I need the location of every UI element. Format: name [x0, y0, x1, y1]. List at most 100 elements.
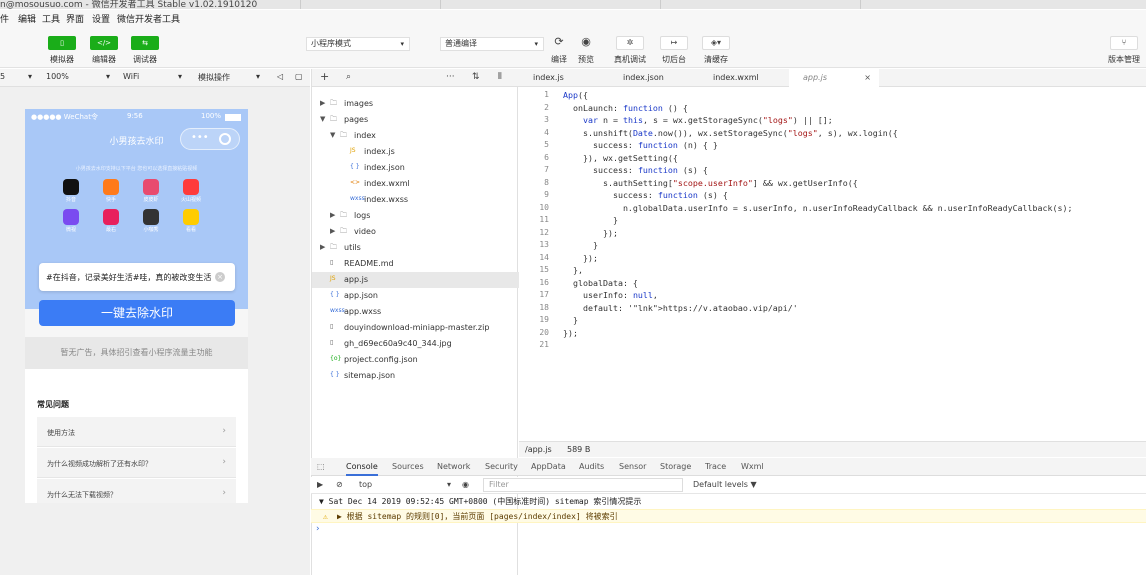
file-item[interactable]: { } index.json: [312, 160, 519, 176]
tab-storage[interactable]: Storage: [660, 462, 691, 471]
context-select[interactable]: top: [359, 480, 372, 489]
compile-button[interactable]: ⟳: [545, 36, 573, 50]
tab-sensor[interactable]: Sensor: [619, 462, 646, 471]
chevron-right-icon[interactable]: ▶: [320, 243, 325, 251]
version-button[interactable]: ⑂: [1110, 36, 1138, 50]
split-icon[interactable]: ⫴: [498, 72, 502, 82]
code-line[interactable]: default: '"lnk">https://v.ataobao.vip/ap…: [563, 302, 1073, 315]
tab-wxml[interactable]: Wxml: [741, 462, 764, 471]
file-item[interactable]: JS index.js: [312, 144, 519, 160]
menu-tools[interactable]: 工具: [42, 12, 60, 25]
close-circle-icon[interactable]: [219, 133, 231, 145]
file-item[interactable]: { } sitemap.json: [312, 368, 519, 384]
chevron-right-icon[interactable]: ▶: [330, 227, 335, 235]
faq-item[interactable]: 使用方法 ›: [37, 417, 236, 447]
compile-select[interactable]: 普通编译 ▾: [440, 37, 544, 51]
remote-debug-button[interactable]: ✲: [616, 36, 644, 50]
code-line[interactable]: });: [563, 227, 1073, 240]
code-line[interactable]: }), wx.getSetting({: [563, 152, 1073, 165]
action-select[interactable]: 模拟操作: [198, 72, 230, 83]
tab-trace[interactable]: Trace: [705, 462, 726, 471]
sort-icon[interactable]: ⇅: [472, 72, 480, 82]
code-line[interactable]: },: [563, 264, 1073, 277]
code-line[interactable]: }: [563, 214, 1073, 227]
link-input[interactable]: #在抖音，记录美好生活#哇，真的被改变生活 ×: [39, 263, 235, 291]
code-line[interactable]: success: function (s) {: [563, 164, 1073, 177]
code-line[interactable]: });: [563, 327, 1073, 340]
code-line[interactable]: }: [563, 314, 1073, 327]
levels-select[interactable]: Default levels ▼: [693, 480, 757, 489]
file-item[interactable]: { } app.json: [312, 288, 519, 304]
tab-index-json[interactable]: index.json: [609, 69, 699, 87]
menu-file[interactable]: 件: [0, 12, 9, 25]
volume-icon[interactable]: ◁: [277, 72, 283, 81]
tab-index-js[interactable]: index.js: [519, 69, 609, 87]
code-line[interactable]: s.unshift(Date.now()), wx.setStorageSync…: [563, 127, 1073, 140]
console-warning[interactable]: ⚠ ▶ 根据 sitemap 的规则[0]，当前页面 [pages/index/…: [311, 509, 1146, 523]
code-line[interactable]: }: [563, 239, 1073, 252]
faq-item[interactable]: 为什么视频成功解析了还有水印？ ›: [37, 448, 236, 478]
folder-item[interactable]: ▶ 🗀 utils: [312, 240, 519, 256]
clear-console-icon[interactable]: ⊘: [336, 480, 343, 489]
tab-appdata[interactable]: AppData: [531, 462, 566, 471]
inspect-icon[interactable]: ⬚: [317, 462, 325, 471]
folder-item[interactable]: ▶ 🗀 logs: [312, 208, 519, 224]
file-item[interactable]: wxss app.wxss: [312, 304, 519, 320]
editor-toggle[interactable]: </>: [90, 36, 118, 50]
zoom-select[interactable]: 100%: [46, 72, 69, 81]
file-item[interactable]: JS app.js: [312, 272, 519, 288]
menu-view[interactable]: 界面: [66, 12, 84, 25]
clear-cache-button[interactable]: ◈▾: [702, 36, 730, 50]
code-line[interactable]: });: [563, 252, 1073, 265]
more-icon[interactable]: ···: [446, 72, 455, 82]
tab-audits[interactable]: Audits: [579, 462, 604, 471]
add-icon[interactable]: +: [320, 70, 329, 83]
tab-sources[interactable]: Sources: [392, 462, 424, 471]
menu-settings[interactable]: 设置: [92, 12, 110, 25]
code-line[interactable]: userInfo: null,: [563, 289, 1073, 302]
code-line[interactable]: var n = this, s = wx.getStorageSync("log…: [563, 114, 1073, 127]
debugger-toggle[interactable]: ⇆: [131, 36, 159, 50]
menu-devtools[interactable]: 微信开发者工具: [117, 12, 180, 25]
close-icon[interactable]: ×: [864, 69, 871, 87]
chevron-down-icon[interactable]: ▼: [330, 131, 335, 139]
capsule-menu[interactable]: •••: [180, 128, 240, 150]
code-line[interactable]: success: function (n) { }: [563, 139, 1073, 152]
folder-item[interactable]: ▶ 🗀 video: [312, 224, 519, 240]
tab-index-wxml[interactable]: index.wxml: [699, 69, 789, 87]
search-icon[interactable]: ⌕: [346, 72, 351, 82]
file-item[interactable]: ▯ README.md: [312, 256, 519, 272]
code-line[interactable]: globalData: {: [563, 277, 1073, 290]
window-icon[interactable]: ▢: [295, 72, 303, 81]
folder-item[interactable]: ▶ 🗀 images: [312, 96, 519, 112]
file-item[interactable]: wxss index.wxss: [312, 192, 519, 208]
file-item[interactable]: ▯ gh_d69ec60a9c40_344.jpg: [312, 336, 519, 352]
console-prompt[interactable]: ›: [316, 524, 320, 534]
tab-console[interactable]: Console: [346, 462, 378, 476]
chevron-right-icon[interactable]: ▶: [330, 211, 335, 219]
code-line[interactable]: n.globalData.userInfo = s.userInfo, n.us…: [563, 202, 1073, 215]
menu-edit[interactable]: 编辑: [18, 12, 36, 25]
preview-button[interactable]: ◉: [572, 36, 600, 50]
network-select[interactable]: WiFi: [123, 72, 139, 81]
code-line[interactable]: [563, 339, 1073, 352]
chevron-down-icon[interactable]: ▼: [320, 115, 325, 123]
file-item[interactable]: {o} project.config.json: [312, 352, 519, 368]
faq-item[interactable]: 为什么无法下载视频？ ›: [37, 479, 236, 503]
code-line[interactable]: success: function (s) {: [563, 189, 1073, 202]
mode-select[interactable]: 小程序模式 ▾: [306, 37, 410, 51]
remove-watermark-button[interactable]: 一键去除水印: [39, 300, 235, 326]
more-icon[interactable]: •••: [191, 132, 209, 143]
code-line[interactable]: s.authSetting["scope.userInfo"] && wx.ge…: [563, 177, 1073, 190]
sidebar-toggle-icon[interactable]: ▶: [317, 480, 323, 489]
chevron-right-icon[interactable]: ▶: [320, 99, 325, 107]
background-button[interactable]: ↦: [660, 36, 688, 50]
folder-item[interactable]: ▼ 🗀 pages: [312, 112, 519, 128]
tab-app-js[interactable]: app.js ×: [789, 69, 879, 87]
folder-item[interactable]: ▼ 🗀 index: [312, 128, 519, 144]
clear-icon[interactable]: ×: [215, 272, 225, 282]
code-line[interactable]: App({: [563, 89, 1073, 102]
file-item[interactable]: <> index.wxml: [312, 176, 519, 192]
console-filter[interactable]: Filter: [483, 478, 683, 492]
eye-icon[interactable]: ◉: [462, 480, 469, 489]
